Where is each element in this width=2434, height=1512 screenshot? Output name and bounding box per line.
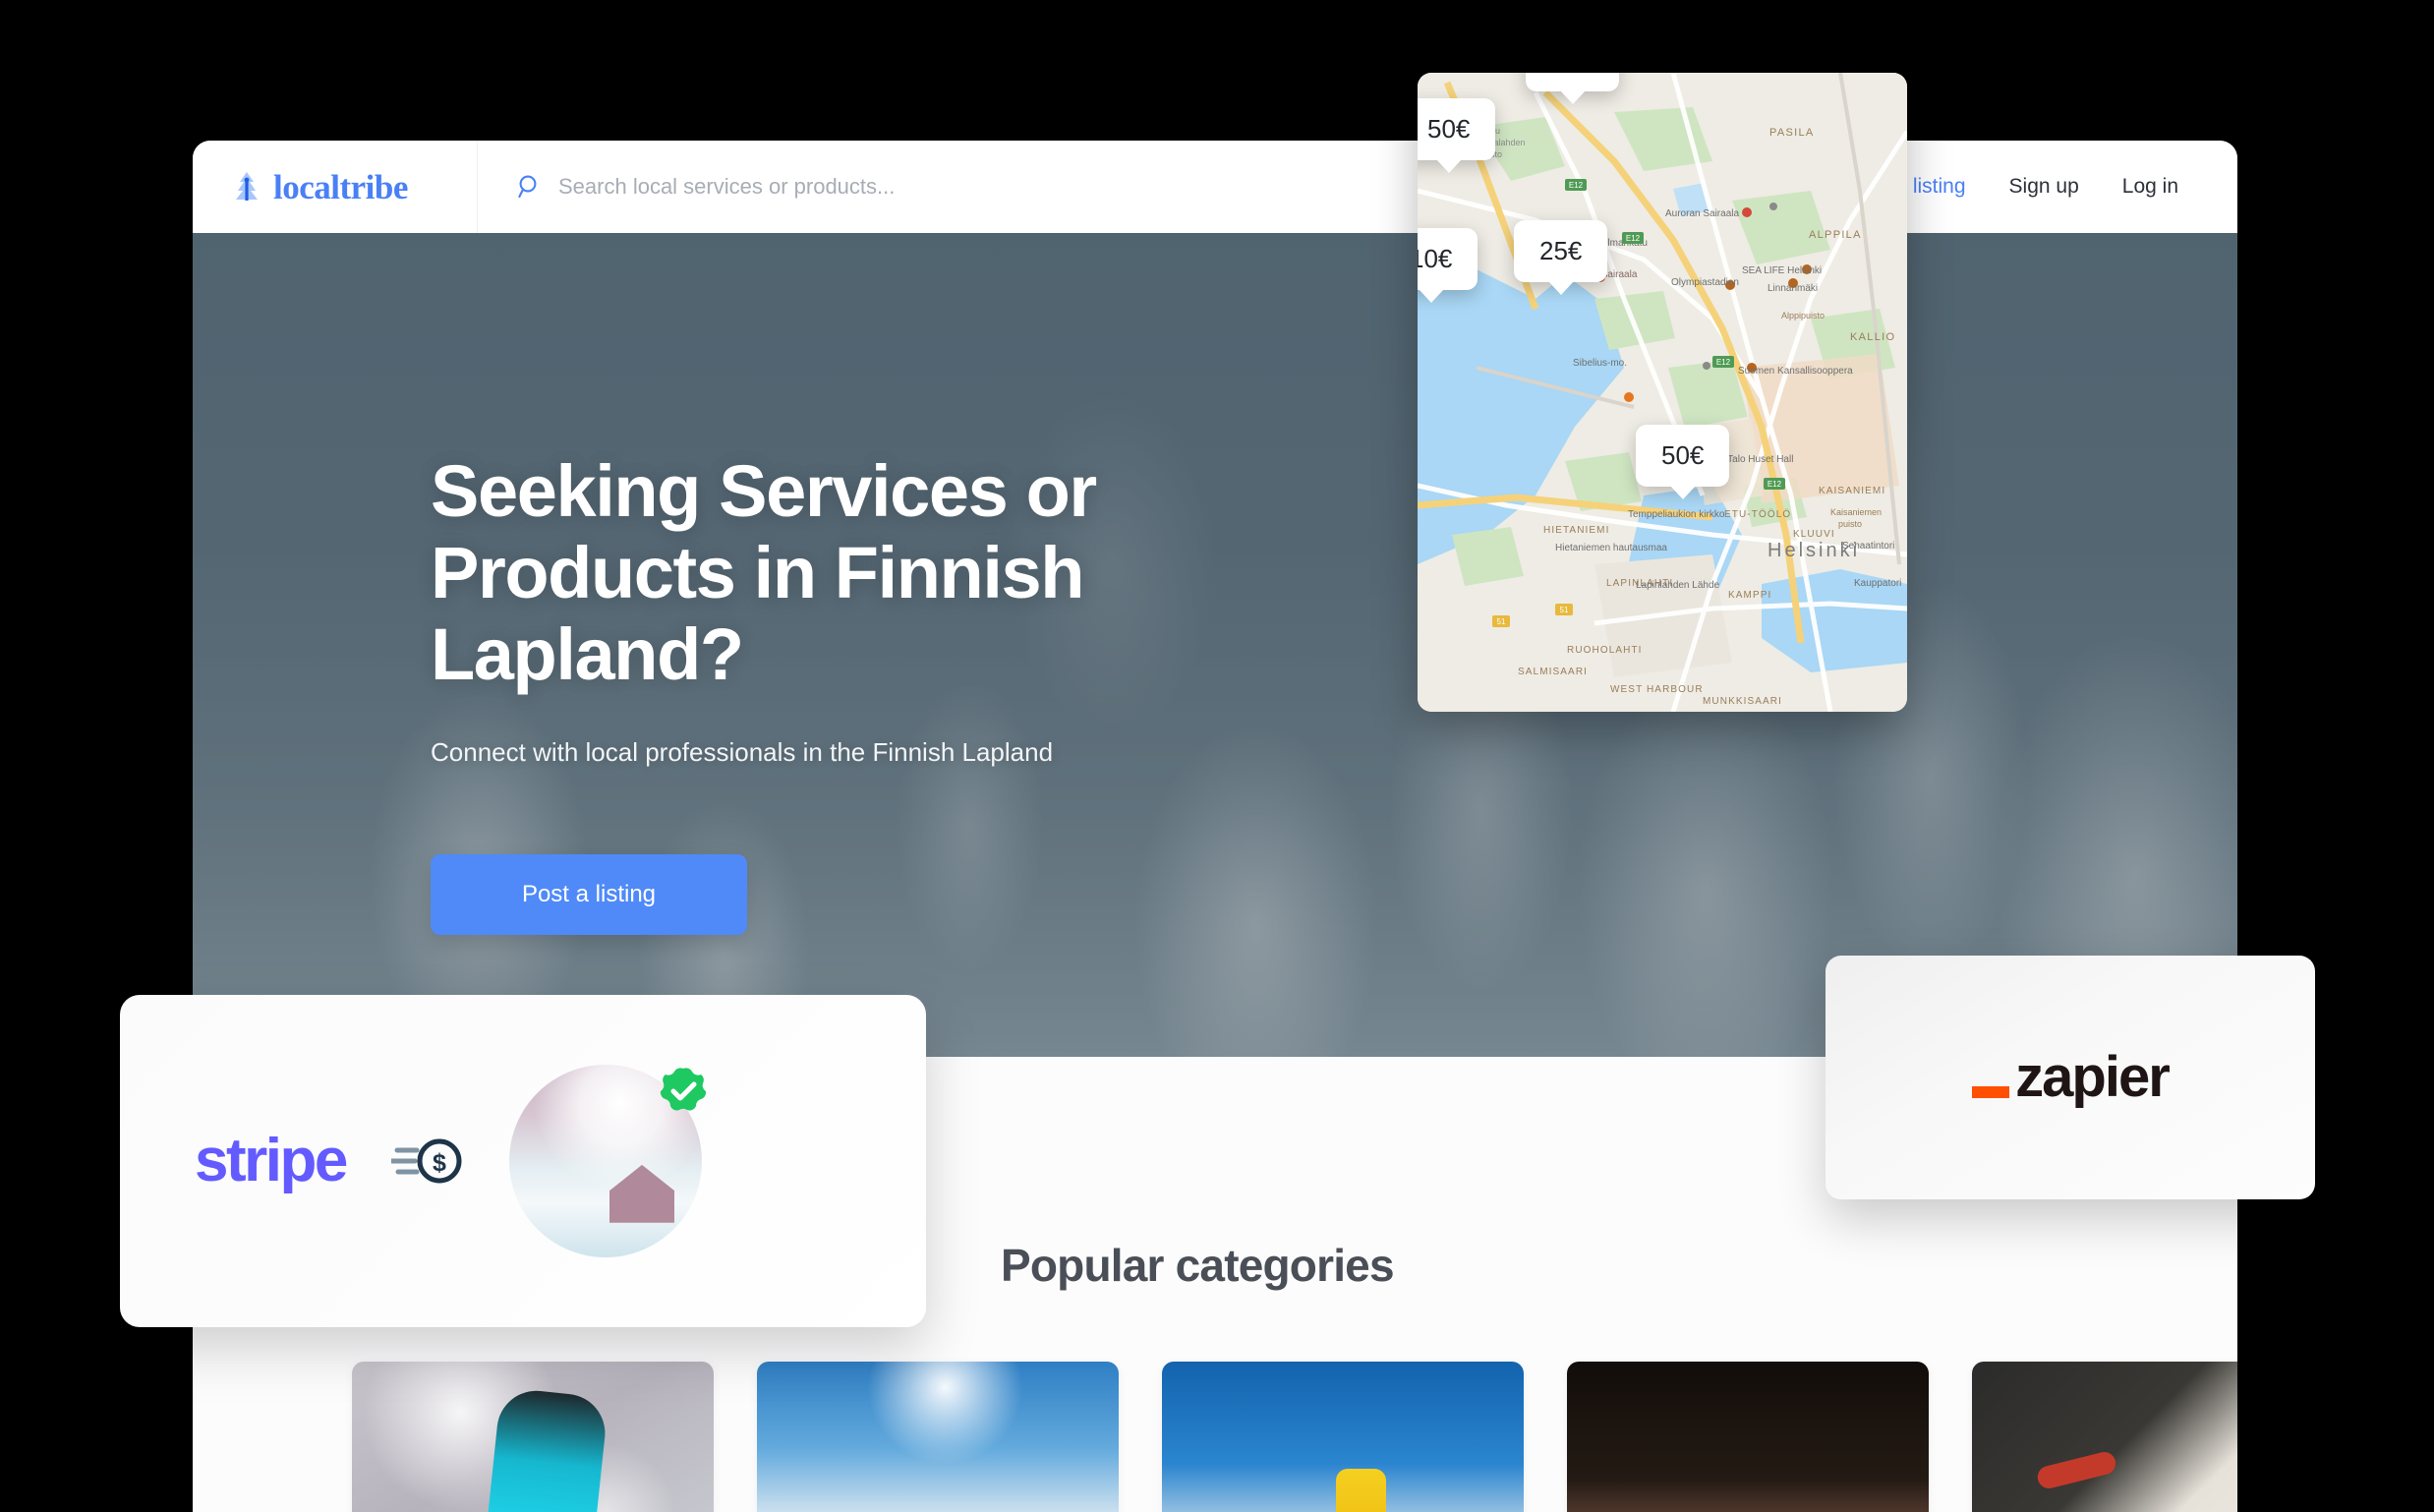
avatar — [508, 1065, 706, 1257]
svg-text:RUOHOLAHTI: RUOHOLAHTI — [1567, 645, 1643, 656]
screenshot-stage: localtribe + Post a listing Sign up Log … — [0, 0, 2434, 1512]
hero-content: Seeking Services or Products in Finnish … — [431, 450, 1207, 935]
svg-text:SEA LIFE Helsinki: SEA LIFE Helsinki — [1742, 265, 1822, 276]
category-card-snowboard[interactable] — [352, 1362, 714, 1512]
category-card-list — [352, 1362, 2237, 1512]
brand-name: localtribe — [273, 167, 408, 206]
svg-text:$: $ — [433, 1149, 446, 1177]
search-input[interactable] — [558, 174, 1246, 200]
map-price-pin[interactable]: 50€ — [1418, 98, 1496, 160]
svg-text:51: 51 — [1497, 617, 1506, 626]
svg-text:MUNKKISAARI: MUNKKISAARI — [1703, 696, 1782, 707]
svg-text:E12: E12 — [1768, 480, 1782, 489]
verified-badge-icon — [660, 1068, 706, 1111]
category-image-food-preparation — [1972, 1362, 2237, 1512]
pine-tree-icon — [236, 172, 258, 201]
hero-post-a-listing-button[interactable]: Post a listing — [431, 853, 747, 935]
svg-text:ETU-TÖÖLÖ: ETU-TÖÖLÖ — [1724, 508, 1791, 520]
svg-text:E12: E12 — [1626, 234, 1641, 243]
stripe-logo: stripe — [195, 1127, 348, 1194]
hero-subtitle: Connect with local professionals in the … — [431, 736, 1054, 767]
category-image-winter-landscape — [757, 1362, 1119, 1512]
svg-text:KAMPPI: KAMPPI — [1728, 590, 1771, 601]
svg-text:HIETANIEMI: HIETANIEMI — [1543, 525, 1609, 536]
map-price-pin[interactable]: 25€ — [1514, 220, 1608, 282]
search-icon — [518, 175, 537, 199]
zapier-logo-text: zapier — [2015, 1045, 2171, 1109]
svg-text:KLUUVI: KLUUVI — [1793, 529, 1835, 540]
map-overlay-card[interactable]: PASILA ALPPILA KALLIO KAISANIEMI KLUUVI … — [1418, 73, 1907, 712]
popular-categories-heading: Popular categories — [1001, 1240, 1395, 1291]
svg-text:E12: E12 — [1569, 181, 1584, 190]
hero-title: Seeking Services or Products in Finnish … — [431, 450, 1097, 695]
svg-text:Auroran Sairaala: Auroran Sairaala — [1665, 208, 1739, 219]
map-price-pin[interactable]: 10€ — [1418, 228, 1478, 290]
category-image-skiers — [1162, 1362, 1524, 1512]
svg-text:WEST HARBOUR: WEST HARBOUR — [1610, 684, 1704, 695]
svg-text:puisto: puisto — [1838, 519, 1862, 529]
svg-text:Kauppatori: Kauppatori — [1854, 578, 1901, 589]
svg-text:SALMISAARI: SALMISAARI — [1518, 667, 1588, 677]
category-card-skiers[interactable] — [1162, 1362, 1524, 1512]
category-image-sauna — [1567, 1362, 1929, 1512]
money-transfer-icon: $ — [390, 1138, 462, 1184]
svg-text:Helsinki: Helsinki — [1768, 540, 1860, 561]
category-card-winter-landscape[interactable] — [757, 1362, 1119, 1512]
svg-text:Linnanmäki: Linnanmäki — [1768, 283, 1818, 294]
svg-text:Kaisaniemen: Kaisaniemen — [1830, 507, 1882, 517]
category-image-snowboard — [352, 1362, 714, 1512]
svg-text:51: 51 — [1560, 606, 1569, 614]
map-price-pin[interactable]: 50€ — [1636, 425, 1730, 487]
svg-text:PASILA: PASILA — [1769, 127, 1815, 139]
category-card-food-preparation[interactable] — [1972, 1362, 2237, 1512]
svg-text:KAISANIEMI: KAISANIEMI — [1819, 486, 1885, 496]
svg-text:Sibelius-mo.: Sibelius-mo. — [1573, 358, 1627, 369]
svg-text:E12: E12 — [1716, 358, 1731, 367]
zapier-logo: zapier — [1972, 1045, 2171, 1109]
zapier-underscore-icon — [1972, 1086, 2010, 1098]
hero-section: Seeking Services or Products in Finnish … — [193, 233, 2237, 1057]
sign-up-link[interactable]: Sign up — [2009, 175, 2079, 199]
site-header: localtribe + Post a listing Sign up Log … — [193, 141, 2237, 233]
svg-text:ALPPILA: ALPPILA — [1809, 229, 1862, 241]
log-in-link[interactable]: Log in — [2122, 175, 2178, 199]
svg-text:Alppipuisto: Alppipuisto — [1781, 311, 1825, 320]
svg-text:KALLIO: KALLIO — [1850, 331, 1895, 343]
category-card-sauna[interactable] — [1567, 1362, 1929, 1512]
map-price-pin[interactable]: 50€ — [1526, 73, 1620, 91]
brand-logo[interactable]: localtribe — [193, 141, 478, 233]
svg-text:Temppeliaukion kirkko: Temppeliaukion kirkko — [1628, 509, 1725, 520]
helsinki-map-image: PASILA ALPPILA KALLIO KAISANIEMI KLUUVI … — [1418, 73, 1907, 712]
svg-text:Hietaniemen hautausmaa: Hietaniemen hautausmaa — [1555, 543, 1667, 553]
stripe-payments-card: stripe $ — [120, 995, 926, 1327]
svg-text:Olympiastadion: Olympiastadion — [1671, 277, 1739, 288]
svg-text:Suomen Kansallisooppera: Suomen Kansallisooppera — [1738, 366, 1853, 377]
zapier-integration-card: zapier — [1826, 956, 2315, 1199]
svg-text:Lapinlahden Lähde: Lapinlahden Lähde — [1636, 580, 1720, 591]
